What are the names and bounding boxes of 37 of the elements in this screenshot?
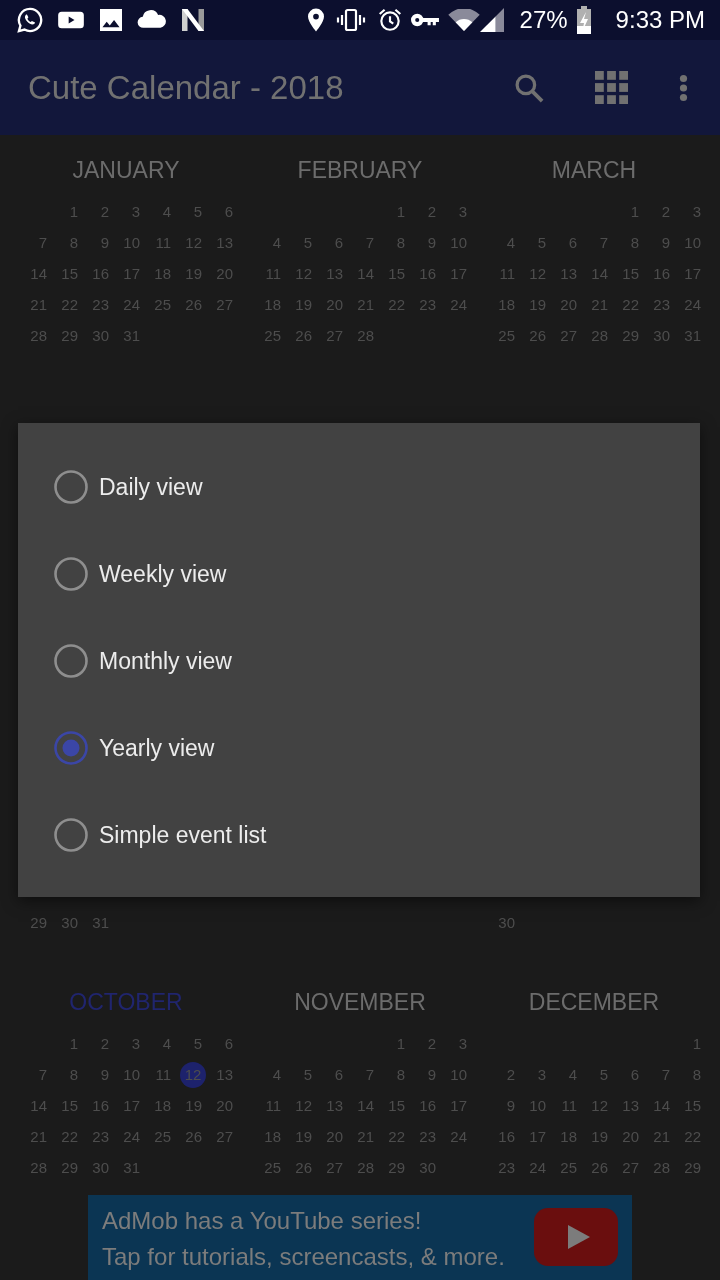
clock-time: 9:33 PM xyxy=(615,6,705,34)
month-name[interactable]: DECEMBER xyxy=(528,988,660,1016)
battery-charging-icon xyxy=(575,6,592,34)
location-pin-icon xyxy=(307,8,324,32)
month-name[interactable]: MARCH xyxy=(551,156,637,184)
option-label[interactable]: Yearly view xyxy=(99,733,215,762)
option-label[interactable]: Simple event list xyxy=(99,820,267,849)
month-name[interactable]: OCTOBER xyxy=(69,988,183,1016)
radio-button[interactable] xyxy=(54,643,88,678)
option-label[interactable]: Daily view xyxy=(99,472,203,501)
month-name[interactable]: FEBRUARY xyxy=(297,156,423,184)
ad-text: Tap for tutorials, screencasts, & more. xyxy=(102,1242,505,1272)
radio-button[interactable] xyxy=(54,817,88,852)
app-title: Cute Calendar - 2018 xyxy=(28,67,344,108)
video-play-icon xyxy=(534,1208,618,1266)
option-label[interactable]: Monthly view xyxy=(99,646,232,675)
chat-bubble-icon xyxy=(16,6,44,34)
app-logo-icon xyxy=(181,9,205,31)
ad-headline: AdMob has a YouTube series! xyxy=(102,1206,422,1236)
month-name[interactable]: JANUARY xyxy=(72,156,180,184)
signal-icon xyxy=(479,8,504,32)
radio-button[interactable] xyxy=(54,469,88,504)
more-options-icon[interactable] xyxy=(679,73,688,102)
radio-button[interactable] xyxy=(54,556,88,591)
ad-banner[interactable]: AdMob has a YouTube series! Tap for tutorials, screencasts, & more. xyxy=(88,1195,632,1280)
grid-icon[interactable] xyxy=(595,71,628,104)
video-play-icon xyxy=(57,9,85,31)
radio-button[interactable] xyxy=(54,730,88,765)
cloud-icon xyxy=(137,10,167,30)
search-icon[interactable] xyxy=(514,72,544,103)
battery-percentage: 27% xyxy=(519,6,568,34)
wifi-icon xyxy=(447,9,480,31)
vibrate-icon xyxy=(334,8,367,32)
image-icon xyxy=(100,9,122,31)
alarm-clock-icon xyxy=(376,7,403,33)
option-label[interactable]: Weekly view xyxy=(99,559,227,588)
month-name[interactable]: NOVEMBER xyxy=(294,988,426,1016)
